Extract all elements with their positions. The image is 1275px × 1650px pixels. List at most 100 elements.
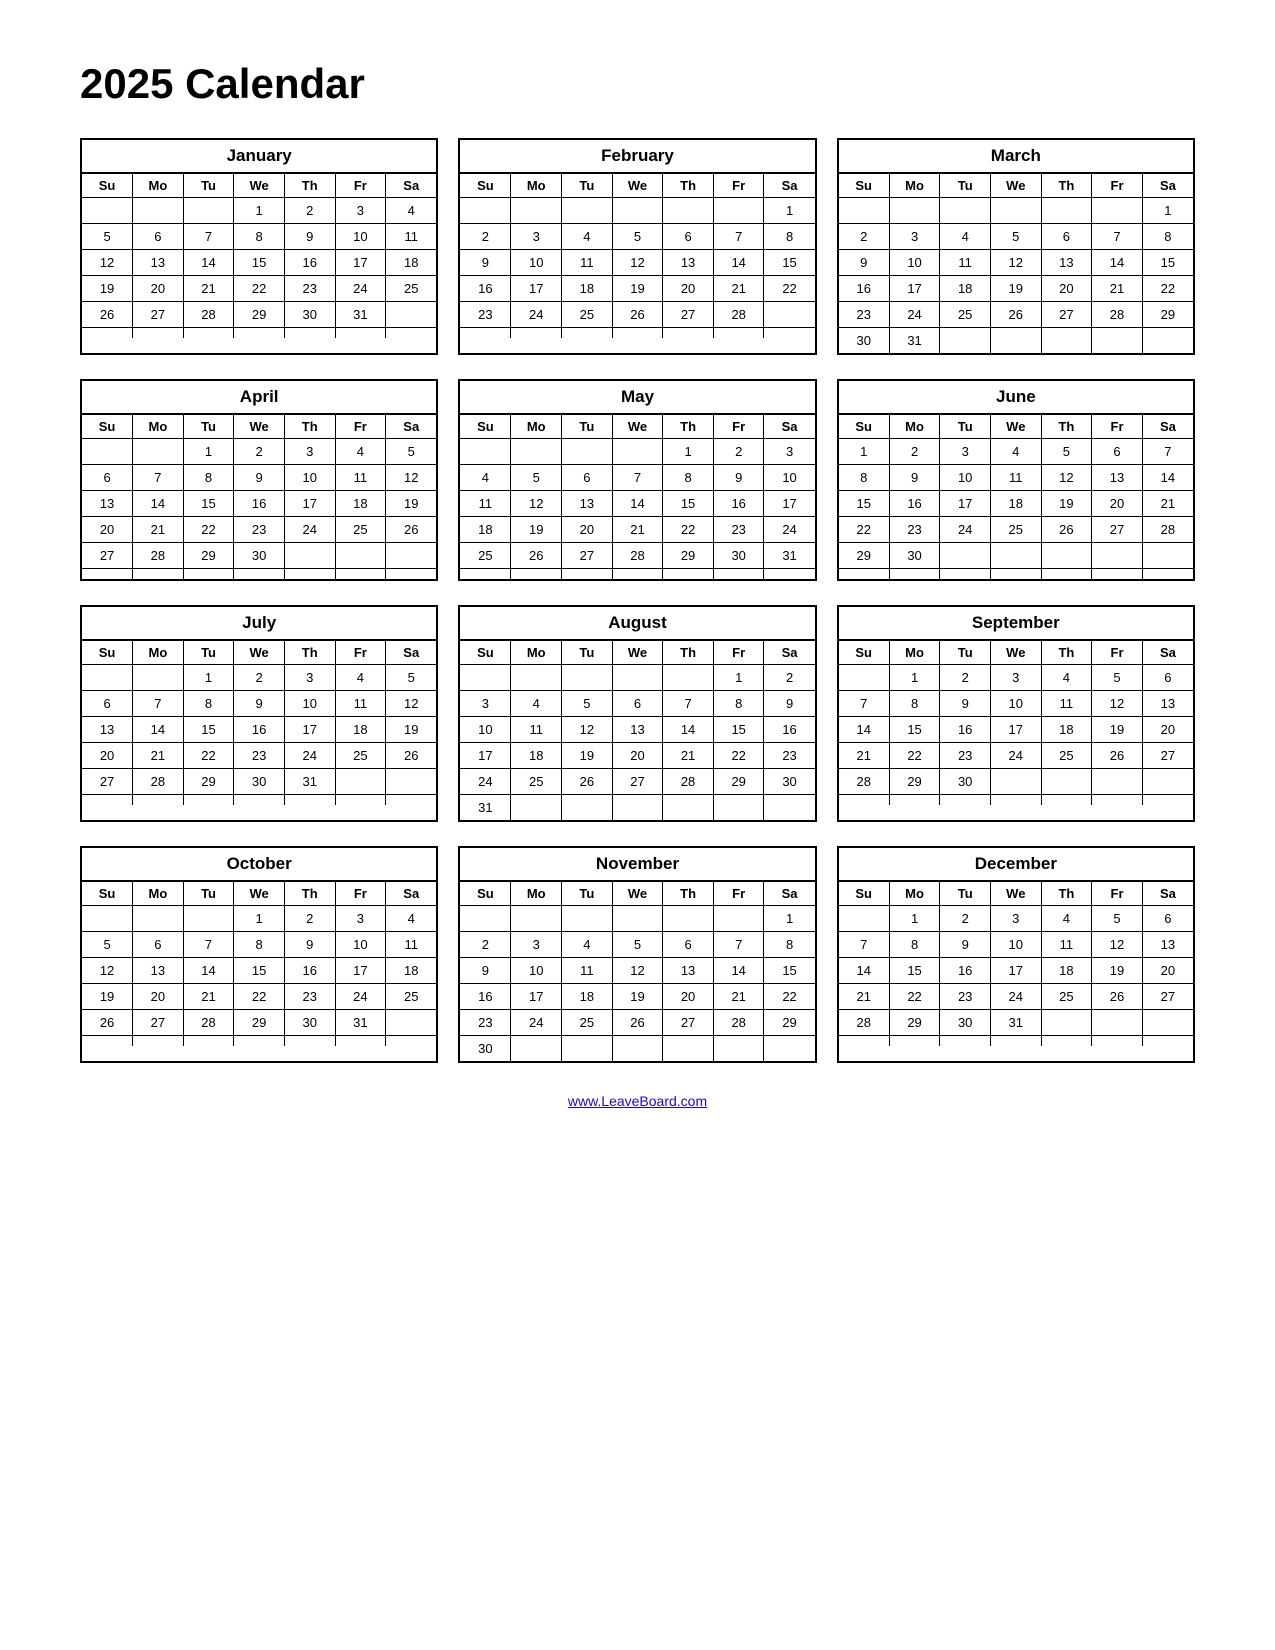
day-cell [663,198,714,224]
day-cell: 5 [990,224,1041,250]
day-cell: 5 [386,439,437,465]
week-row: 567891011 [82,224,436,250]
day-cell: 23 [764,743,815,769]
day-cell: 14 [663,717,714,743]
day-cell: 16 [940,958,991,984]
day-cell: 4 [1041,906,1092,932]
month-table: SuMoTuWeThFrSa12345678910111213141516171… [82,882,436,1046]
day-cell [839,569,890,580]
week-row: 30 [460,1036,814,1062]
day-cell: 20 [1041,276,1092,302]
day-cell: 7 [713,932,764,958]
day-cell: 7 [713,224,764,250]
day-cell: 30 [234,769,285,795]
day-cell [764,569,815,580]
day-cell [990,795,1041,806]
day-cell [1142,769,1193,795]
day-cell [839,795,890,806]
day-cell [940,198,991,224]
day-cell [889,569,940,580]
day-cell: 22 [234,984,285,1010]
day-cell: 4 [386,906,437,932]
day-cell: 12 [1092,691,1143,717]
day-cell: 17 [460,743,511,769]
day-cell: 1 [839,439,890,465]
day-cell: 5 [612,224,663,250]
day-header: Su [82,415,133,439]
day-cell: 13 [663,958,714,984]
day-cell: 17 [335,250,386,276]
day-cell [183,569,234,580]
day-cell: 28 [133,543,184,569]
day-cell: 15 [839,491,890,517]
day-cell: 1 [764,906,815,932]
day-cell: 24 [460,769,511,795]
month-table: SuMoTuWeThFrSa12345678910111213141516171… [82,641,436,805]
day-cell: 27 [663,1010,714,1036]
day-cell: 10 [284,691,335,717]
day-cell: 24 [335,276,386,302]
day-header: Fr [1092,174,1143,198]
month-title: March [839,140,1193,174]
day-header: Th [284,641,335,665]
day-cell: 31 [889,328,940,354]
month-title: November [460,848,814,882]
day-cell: 4 [511,691,562,717]
week-row: 2345678 [839,224,1193,250]
day-header: Tu [183,415,234,439]
month-may: MaySuMoTuWeThFrSa12345678910111213141516… [458,379,816,581]
day-cell: 19 [82,276,133,302]
week-row: 11121314151617 [460,491,814,517]
day-cell: 30 [889,543,940,569]
day-cell: 28 [1092,302,1143,328]
day-cell: 29 [234,302,285,328]
day-cell: 25 [386,276,437,302]
day-cell [335,328,386,339]
day-cell: 9 [234,691,285,717]
day-cell: 4 [386,198,437,224]
day-cell: 14 [183,250,234,276]
day-cell [386,328,437,339]
day-header: Tu [183,882,234,906]
day-cell: 13 [133,958,184,984]
day-cell: 5 [1041,439,1092,465]
day-cell: 25 [460,543,511,569]
day-cell [460,328,511,339]
month-table: SuMoTuWeThFrSa12345678910111213141516171… [839,641,1193,805]
day-cell: 28 [133,769,184,795]
footer-link[interactable]: www.LeaveBoard.com [80,1093,1195,1109]
day-cell: 7 [183,224,234,250]
day-cell: 17 [990,717,1041,743]
day-cell: 19 [990,276,1041,302]
day-header: Sa [764,415,815,439]
day-cell: 13 [1092,465,1143,491]
day-header: Sa [764,882,815,906]
day-cell: 10 [990,932,1041,958]
day-header: We [234,174,285,198]
day-cell: 11 [460,491,511,517]
day-cell: 22 [889,743,940,769]
day-cell: 14 [713,958,764,984]
day-cell: 3 [511,224,562,250]
day-cell [386,769,437,795]
day-header: Sa [1142,415,1193,439]
day-cell: 25 [562,1010,613,1036]
day-cell [511,439,562,465]
day-cell: 25 [511,769,562,795]
day-cell: 11 [386,932,437,958]
month-september: SeptemberSuMoTuWeThFrSa12345678910111213… [837,605,1195,822]
day-cell: 2 [234,665,285,691]
day-cell: 14 [713,250,764,276]
day-cell: 24 [511,1010,562,1036]
day-cell [183,198,234,224]
day-cell: 2 [284,198,335,224]
day-cell: 17 [889,276,940,302]
month-august: AugustSuMoTuWeThFrSa12345678910111213141… [458,605,816,822]
day-cell: 17 [335,958,386,984]
day-cell: 21 [183,984,234,1010]
day-header: Fr [713,415,764,439]
day-header: We [612,415,663,439]
week-row: 9101112131415 [839,250,1193,276]
day-cell: 14 [1092,250,1143,276]
day-cell: 29 [234,1010,285,1036]
